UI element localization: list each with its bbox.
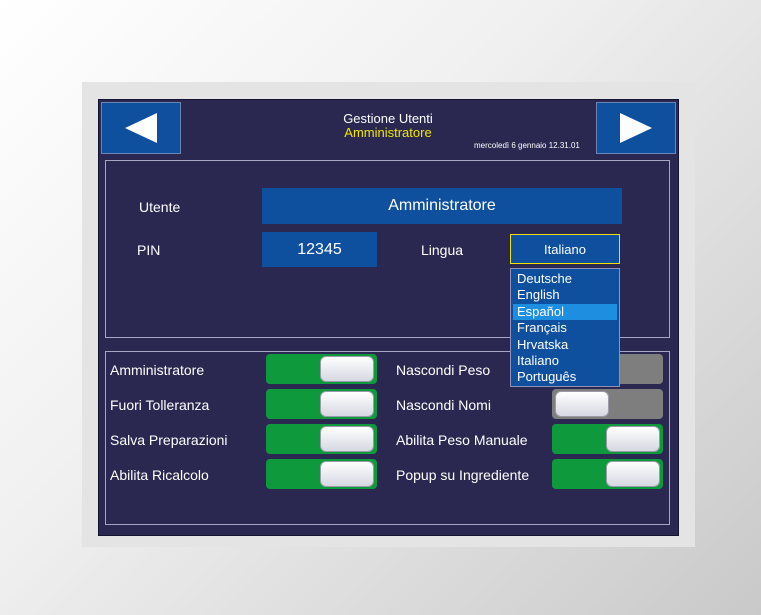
language-option[interactable]: Français — [513, 320, 617, 336]
permission-label: Nascondi Nomi — [396, 397, 491, 413]
permission-label: Salva Preparazioni — [110, 432, 228, 448]
toggle-knob — [320, 461, 374, 487]
permission-toggle[interactable] — [552, 389, 663, 419]
toggle-knob — [555, 391, 609, 417]
permission-label: Popup su Ingrediente — [396, 467, 530, 483]
permission-label: Abilita Ricalcolo — [110, 467, 209, 483]
permission-label: Amministratore — [110, 362, 205, 378]
permission-toggle[interactable] — [552, 459, 663, 489]
pin-label: PIN — [137, 242, 161, 258]
page-title: Gestione Utenti — [343, 111, 433, 126]
toggle-knob — [320, 391, 374, 417]
toggle-knob — [320, 426, 374, 452]
permission-label: Fuori Tolleranza — [110, 397, 210, 413]
permission-toggle[interactable] — [552, 424, 663, 454]
permission-label: Nascondi Peso — [396, 362, 491, 378]
language-dropdown-list: Deutsche English Español Français Hrvatska It… — [510, 268, 620, 387]
language-option[interactable]: Hrvatska — [513, 337, 617, 353]
toggle-knob — [320, 356, 374, 382]
permission-label: Abilita Peso Manuale — [396, 432, 528, 448]
pin-field[interactable]: 12345 — [262, 232, 377, 267]
datetime-label: mercoledì 6 gennaio 12.31.01 — [474, 141, 580, 150]
forward-button[interactable] — [596, 102, 676, 154]
user-label: Utente — [139, 199, 181, 215]
language-option[interactable]: English — [513, 287, 617, 303]
language-option[interactable]: Português — [513, 369, 617, 385]
language-option[interactable]: Español — [513, 303, 617, 321]
triangle-left-icon — [125, 113, 157, 143]
language-select[interactable]: Italiano — [510, 234, 620, 264]
permission-toggle[interactable] — [266, 389, 377, 419]
language-option[interactable]: Italiano — [513, 353, 617, 369]
toggle-knob — [606, 426, 660, 452]
user-name-field[interactable]: Amministratore — [262, 188, 622, 224]
language-label: Lingua — [421, 242, 464, 258]
page-subtitle: Amministratore — [344, 125, 432, 140]
permission-toggle[interactable] — [266, 354, 377, 384]
permission-toggle[interactable] — [266, 424, 377, 454]
toggle-knob — [606, 461, 660, 487]
language-option[interactable]: Deutsche — [513, 271, 617, 287]
triangle-right-icon — [620, 113, 652, 143]
permission-toggle[interactable] — [266, 459, 377, 489]
back-button[interactable] — [101, 102, 181, 154]
